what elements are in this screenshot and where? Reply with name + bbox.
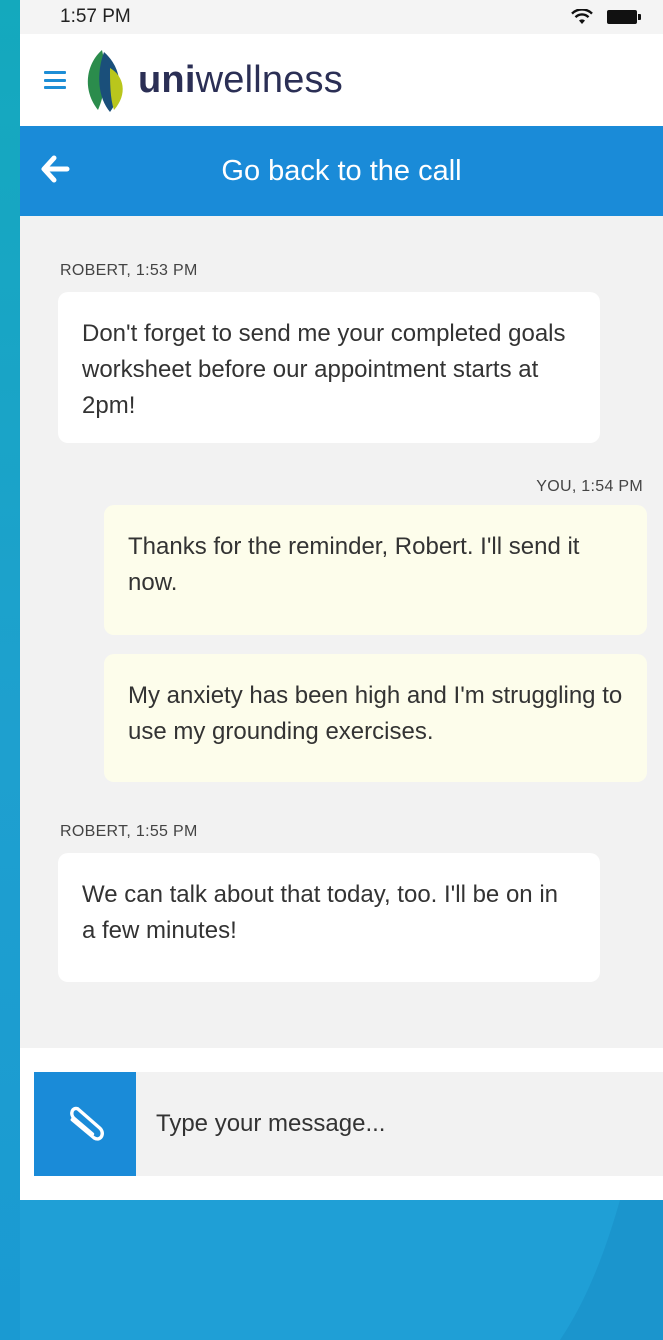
composer-row [34,1072,663,1176]
message-input[interactable] [136,1072,663,1176]
status-time: 1:57 PM [60,6,131,27]
message-sender-time: YOU, 1:54 PM [536,478,643,495]
message-composer [20,1048,663,1200]
status-bar: 1:57 PM [20,0,663,34]
incoming-message-bubble: We can talk about that today, too. I'll … [58,853,600,982]
phone-screen: 1:57 PM uniwellness Go back to the call … [20,0,663,1200]
chat-thread: ROBERT, 1:53 PM Don't forget to send me … [20,216,663,1048]
message-sender-time: ROBERT, 1:55 PM [60,823,198,840]
hamburger-menu-icon[interactable] [44,71,66,89]
go-back-to-call-button[interactable]: Go back to the call [20,126,663,216]
brand-wordmark-bold: uni [138,58,196,101]
message-sender-time: ROBERT, 1:53 PM [60,262,198,279]
go-back-label: Go back to the call [221,154,462,187]
app-header: uniwellness [20,34,663,126]
leaf-logo-icon [87,50,123,112]
attach-file-button[interactable] [34,1072,136,1176]
battery-icon [607,10,641,24]
brand-wordmark: uniwellness [138,59,343,102]
wifi-icon [571,9,593,24]
outgoing-message-bubble: My anxiety has been high and I'm struggl… [104,654,647,782]
status-icons [571,9,641,25]
background-swoosh [20,1200,620,1340]
brand-wordmark-regular: wellness [195,58,343,101]
outgoing-message-bubble: Thanks for the reminder, Robert. I'll se… [104,505,647,635]
back-arrow-icon [41,155,70,183]
incoming-message-bubble: Don't forget to send me your completed g… [58,292,600,443]
paperclip-icon [70,1106,104,1141]
